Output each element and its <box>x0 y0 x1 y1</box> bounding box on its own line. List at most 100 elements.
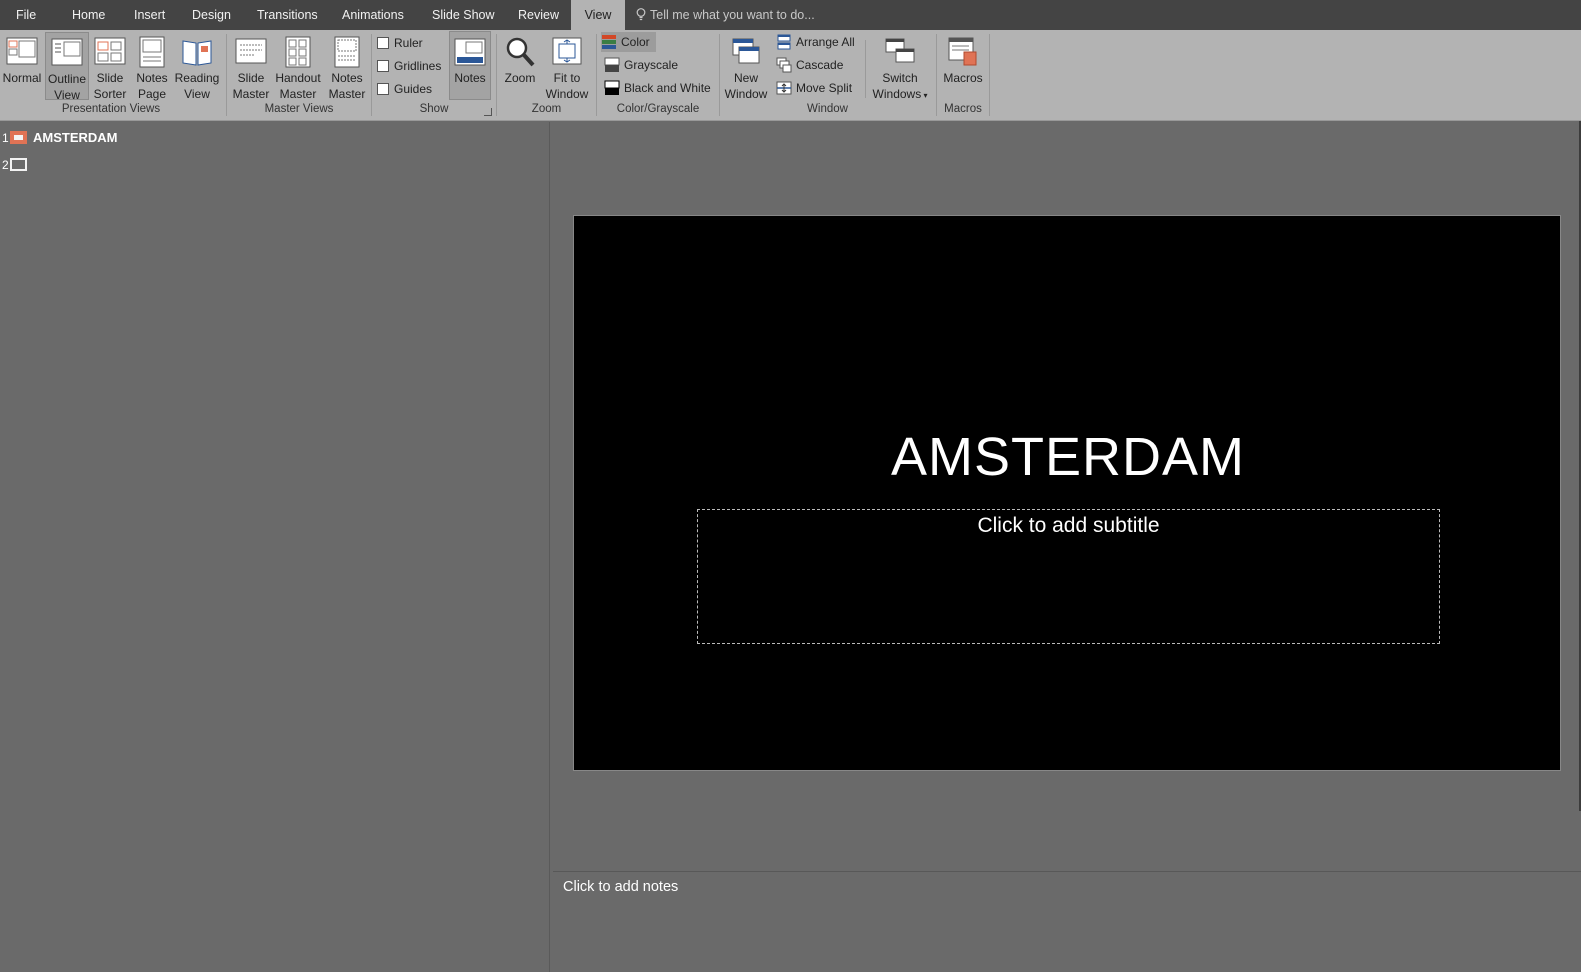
slide-master-button[interactable]: Slide Master <box>230 32 272 101</box>
new-window-icon <box>732 38 760 64</box>
cascade-icon <box>776 57 792 73</box>
outline-slide-title[interactable]: AMSTERDAM <box>33 130 118 145</box>
notes-master-icon <box>334 36 360 68</box>
guides-checkbox[interactable]: Guides <box>377 81 432 99</box>
macros-button[interactable]: Macros <box>940 32 986 100</box>
new-window-label-2: Window <box>724 87 768 101</box>
switch-windows-icon <box>885 38 915 63</box>
magnifier-icon <box>506 37 535 67</box>
notes-page-label-2: Page <box>137 87 167 101</box>
slide-sorter-button[interactable]: Slide Sorter <box>90 32 130 101</box>
black-and-white-swatch-icon <box>604 80 620 95</box>
group-divider <box>496 34 497 116</box>
handout-master-button[interactable]: Handout Master <box>273 32 323 101</box>
group-divider <box>371 34 372 116</box>
notes-master-button[interactable]: Notes Master <box>325 32 369 101</box>
switch-windows-button[interactable]: Switch Windows ▾ <box>870 32 930 101</box>
arrange-all-label: Arrange All <box>796 35 855 49</box>
gridlines-label: Gridlines <box>394 59 442 73</box>
move-split-label: Move Split <box>796 81 853 95</box>
ribbon-tab-bar: File Home Insert Design Transitions Anim… <box>0 0 1581 30</box>
dropdown-arrow-icon: ▾ <box>921 91 928 100</box>
outline-slide-row[interactable]: 1 AMSTERDAM <box>2 130 118 148</box>
tab-view[interactable]: View <box>571 0 625 30</box>
move-split-button[interactable]: Move Split <box>776 78 852 98</box>
slide-master-label-1: Slide <box>237 71 265 85</box>
reading-label-2: View <box>184 87 210 101</box>
ruler-checkbox[interactable]: Ruler <box>377 35 423 53</box>
reading-label-1: Reading <box>174 71 220 85</box>
notes-page-label-1: Notes <box>136 71 168 85</box>
notes-pane[interactable]: Click to add notes <box>553 871 1581 972</box>
slide-canvas[interactable]: AMSTERDAM Click to add subtitle <box>573 215 1561 771</box>
group-label-window: Window <box>807 103 848 115</box>
slide-number: 1 <box>2 131 9 145</box>
sorter-label-2: Sorter <box>93 87 127 101</box>
tab-file[interactable]: File <box>16 0 36 30</box>
slide-title[interactable]: AMSTERDAM <box>574 426 1562 488</box>
slide-icon <box>10 158 27 171</box>
fit-label-2: Window <box>545 87 589 101</box>
group-label-zoom: Zoom <box>531 103 562 115</box>
guides-checkbox-box[interactable] <box>377 83 389 95</box>
switch-label-1: Switch <box>882 71 918 85</box>
guides-label: Guides <box>394 82 433 96</box>
group-label-show: Show <box>419 103 449 115</box>
macros-label: Macros <box>943 71 983 85</box>
notes-icon <box>454 38 486 66</box>
group-divider <box>989 34 990 116</box>
tell-me-search[interactable]: Tell me what you want to do... <box>636 0 815 30</box>
color-button[interactable]: Color <box>601 32 656 52</box>
group-divider <box>596 34 597 116</box>
reading-view-icon <box>182 40 212 66</box>
arrange-all-button[interactable]: Arrange All <box>776 32 855 52</box>
notes-page-button[interactable]: Notes Page <box>131 32 173 101</box>
notes-label: Notes <box>454 71 486 85</box>
grayscale-button[interactable]: Grayscale <box>604 55 678 75</box>
notes-placeholder[interactable]: Click to add notes <box>563 879 678 895</box>
outline-slide-row[interactable]: 2 <box>2 157 33 175</box>
fit-to-window-button[interactable]: Fit to Window <box>541 32 593 101</box>
notes-toggle-button[interactable]: Notes <box>449 31 491 100</box>
tab-transitions[interactable]: Transitions <box>257 0 318 30</box>
move-split-icon <box>776 81 792 95</box>
subtitle-placeholder[interactable]: Click to add subtitle <box>697 509 1440 644</box>
subtitle-placeholder-text: Click to add subtitle <box>977 514 1160 537</box>
tab-animations[interactable]: Animations <box>342 0 404 30</box>
group-label-master-views: Master Views <box>264 103 334 115</box>
window-inner-divider <box>865 40 866 98</box>
normal-view-button[interactable]: Normal <box>0 32 44 100</box>
gridlines-checkbox-box[interactable] <box>377 60 389 72</box>
slide-icon <box>10 131 27 144</box>
arrange-all-icon <box>777 34 791 50</box>
gridlines-checkbox[interactable]: Gridlines <box>377 58 441 76</box>
slide-sorter-icon <box>94 37 126 65</box>
color-label: Color <box>621 35 650 49</box>
slide-number: 2 <box>2 158 9 172</box>
outline-label-2: View <box>54 88 80 102</box>
tab-home[interactable]: Home <box>72 0 105 30</box>
tab-design[interactable]: Design <box>192 0 231 30</box>
tab-insert[interactable]: Insert <box>134 0 165 30</box>
black-and-white-button[interactable]: Black and White <box>604 78 711 98</box>
outline-pane[interactable]: 1 AMSTERDAM 2 <box>0 122 550 972</box>
ruler-checkbox-box[interactable] <box>377 37 389 49</box>
tab-slide-show[interactable]: Slide Show <box>432 0 495 30</box>
macros-icon <box>948 37 977 66</box>
tab-review[interactable]: Review <box>518 0 559 30</box>
grayscale-label: Grayscale <box>624 58 679 72</box>
handout-label-2: Master <box>279 87 317 101</box>
bw-label: Black and White <box>624 81 711 95</box>
outline-view-button[interactable]: Outline View <box>45 32 89 102</box>
new-window-button[interactable]: New Window <box>723 32 769 101</box>
zoom-button[interactable]: Zoom <box>500 32 540 100</box>
cascade-button[interactable]: Cascade <box>776 55 843 75</box>
slide-master-label-2: Master <box>232 87 270 101</box>
sorter-label-1: Slide <box>96 71 124 85</box>
normal-view-icon <box>6 37 38 65</box>
group-divider <box>719 34 720 116</box>
handout-label-1: Handout <box>275 71 321 85</box>
lightbulb-icon <box>636 8 646 21</box>
reading-view-button[interactable]: Reading View <box>173 32 221 101</box>
group-divider <box>936 34 937 116</box>
